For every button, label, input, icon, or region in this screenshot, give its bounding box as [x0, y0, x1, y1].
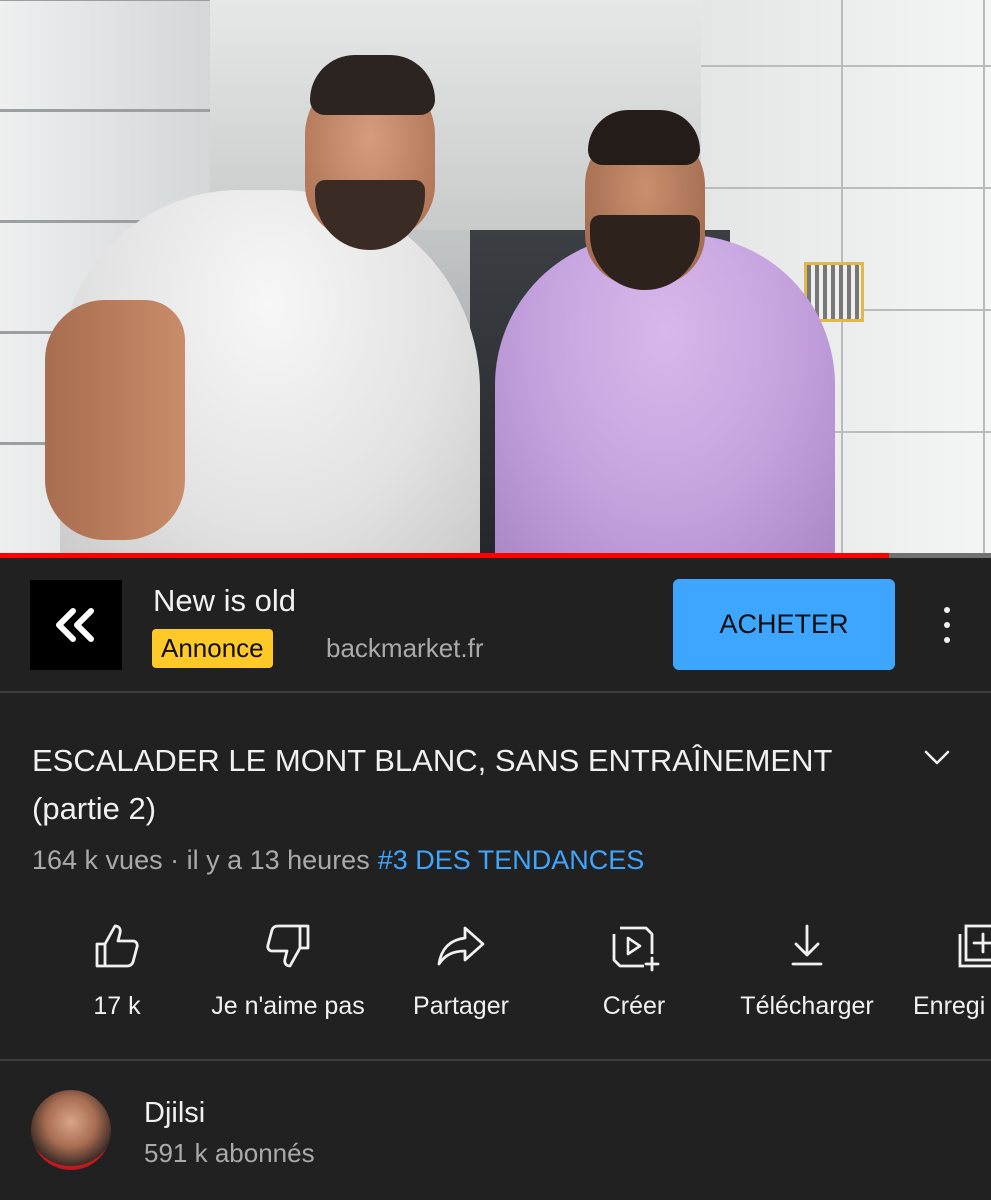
- ad-buy-button[interactable]: ACHETER: [673, 579, 895, 670]
- more-dot: [944, 622, 950, 628]
- like-count: 17 k: [93, 992, 141, 1020]
- meta-separator: ·: [162, 845, 187, 875]
- channel-avatar[interactable]: [31, 1090, 111, 1170]
- share-button[interactable]: Partager: [366, 920, 556, 1021]
- video-meta[interactable]: 164 k vues · il y a 13 heures #3 DES TEND…: [32, 845, 644, 876]
- ad-domain[interactable]: backmarket.fr: [326, 633, 484, 664]
- section-divider: [0, 1059, 991, 1061]
- share-label: Partager: [413, 992, 509, 1020]
- more-dot: [944, 637, 950, 643]
- upload-age: il y a 13 heures: [186, 845, 370, 875]
- video-frame-person-left-arm: [45, 300, 185, 540]
- more-dot: [944, 607, 950, 613]
- create-label: Créer: [602, 992, 666, 1020]
- create-icon: [612, 926, 660, 972]
- like-button[interactable]: 17 k: [22, 920, 212, 1021]
- download-button[interactable]: Télécharger: [712, 920, 902, 1021]
- video-frame-person-left-hair: [310, 55, 435, 115]
- dislike-label: Je n'aime pas: [211, 992, 365, 1020]
- video-title[interactable]: ESCALADER LE MONT BLANC, SANS ENTRAÎNEME…: [32, 737, 862, 833]
- save-playlist-icon: [958, 924, 991, 968]
- download-icon: [791, 924, 823, 966]
- share-icon: [437, 926, 485, 966]
- subscriber-count: 591 k abonnés: [144, 1138, 315, 1168]
- thumb-up-icon: [95, 924, 139, 968]
- view-count: 164 k vues: [32, 845, 163, 875]
- thumb-down-icon: [266, 924, 310, 968]
- action-bar: 17 k Je n'aime pas Partager Créer Téléch…: [0, 920, 991, 1030]
- channel-name[interactable]: Djilsi: [144, 1097, 205, 1130]
- video-player[interactable]: [0, 0, 991, 553]
- video-frame-person-right-hair: [588, 110, 700, 165]
- create-button[interactable]: Créer: [539, 920, 729, 1021]
- ad-banner[interactable]: New is old Annonce backmarket.fr ACHETER: [0, 558, 991, 693]
- ad-badge: Annonce: [152, 629, 273, 668]
- double-chevron-left-icon: [56, 608, 94, 642]
- trending-badge[interactable]: #3 DES TENDANCES: [378, 845, 645, 875]
- ad-logo[interactable]: [30, 580, 122, 670]
- save-label: Enregi: [913, 992, 986, 1020]
- save-button[interactable]: Enregi: [882, 920, 991, 1021]
- download-label: Télécharger: [740, 992, 874, 1020]
- chevron-down-icon[interactable]: [920, 742, 954, 772]
- ad-title[interactable]: New is old: [153, 583, 296, 619]
- more-vert-icon[interactable]: [933, 607, 961, 643]
- dislike-button[interactable]: Je n'aime pas: [193, 920, 383, 1021]
